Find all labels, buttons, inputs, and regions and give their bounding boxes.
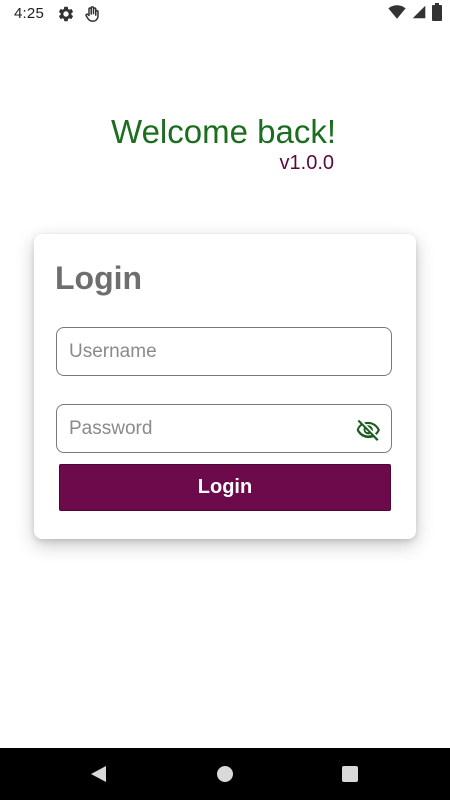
password-input[interactable] (69, 405, 339, 452)
username-field[interactable] (56, 327, 392, 376)
navigation-bar (0, 748, 450, 800)
welcome-title: Welcome back! (111, 113, 336, 150)
version-label: v1.0.0 (279, 152, 334, 174)
home-circle-icon[interactable] (215, 764, 235, 784)
battery-icon (432, 2, 442, 26)
username-input[interactable] (69, 328, 339, 375)
status-bar: 4:25 (0, 0, 450, 28)
login-card: Login Login (34, 234, 416, 539)
settings-gear-icon (57, 5, 75, 23)
status-time: 4:25 (14, 5, 44, 22)
wifi-icon (388, 4, 406, 25)
login-card-title: Login (55, 260, 143, 296)
password-field[interactable] (56, 404, 392, 453)
recents-square-icon[interactable] (340, 764, 360, 784)
status-right-icons (388, 2, 442, 26)
eye-off-icon[interactable] (355, 417, 381, 443)
hand-touch-icon (83, 5, 101, 23)
login-button[interactable]: Login (59, 464, 391, 511)
back-triangle-icon[interactable] (89, 764, 109, 784)
cell-signal-icon (412, 4, 426, 25)
